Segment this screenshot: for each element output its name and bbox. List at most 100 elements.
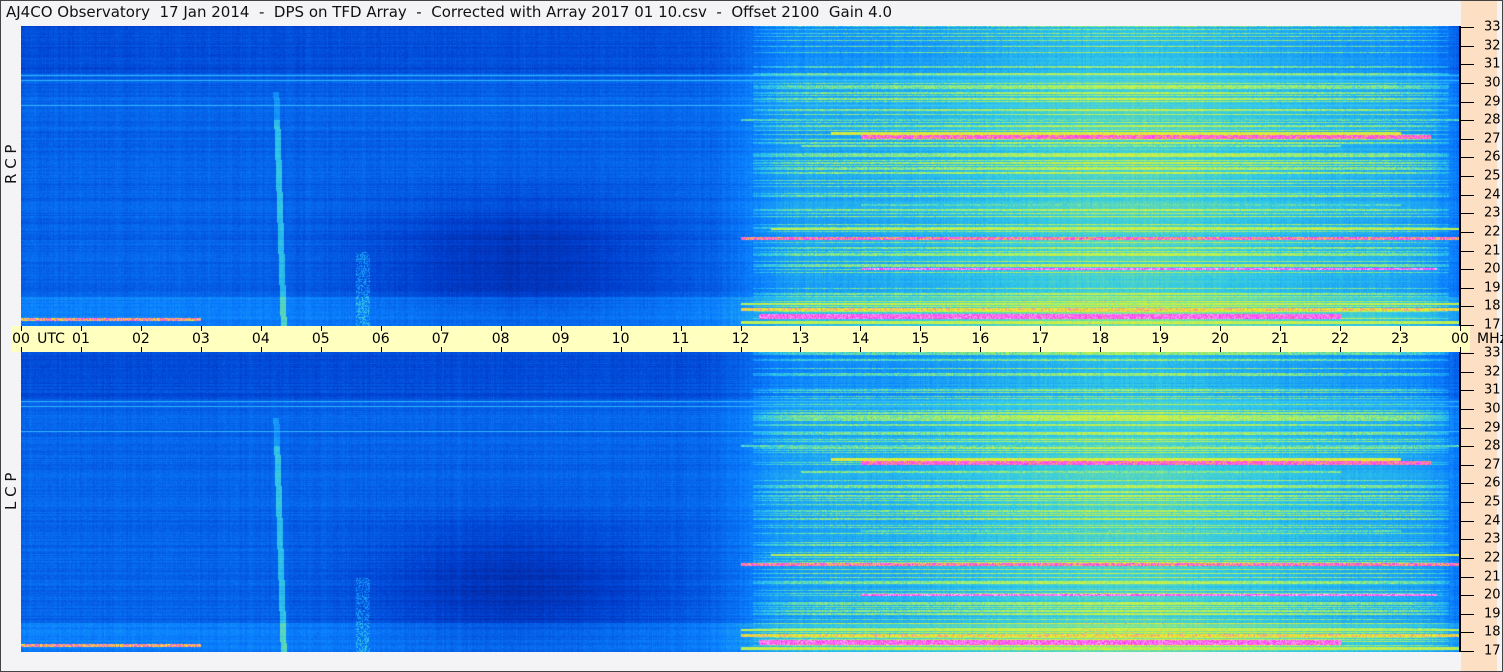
time-tick-label: 22 <box>1331 331 1349 347</box>
frequency-tick-label: 26 <box>1484 149 1501 165</box>
time-tick-mark <box>680 347 682 352</box>
frequency-tick-label: 28 <box>1484 112 1501 128</box>
time-tick-mark <box>800 347 802 352</box>
frequency-tick-label: 25 <box>1484 494 1501 510</box>
time-tick-mark <box>620 326 622 331</box>
frequency-tick-label: 24 <box>1484 187 1501 203</box>
time-tick-mark <box>980 347 982 352</box>
time-tick-mark <box>1280 347 1282 352</box>
time-tick-label: 15 <box>911 331 930 347</box>
time-tick-mark <box>740 326 742 331</box>
frequency-tick-label: 26 <box>1484 475 1501 491</box>
time-tick-mark <box>1220 347 1222 352</box>
time-tick-label: 10 <box>611 331 630 347</box>
time-tick-label: 00 <box>1451 331 1469 347</box>
time-tick-mark <box>920 347 922 352</box>
frequency-tick-mark <box>1461 325 1474 326</box>
frequency-tick-mark <box>1461 27 1474 28</box>
time-tick-label: 12 <box>731 331 750 347</box>
time-tick-mark <box>380 326 382 331</box>
frequency-tick-mark <box>1461 45 1474 47</box>
frequency-tick-mark <box>1461 138 1474 140</box>
frequency-tick-mark <box>1461 101 1474 103</box>
frequency-tick-mark <box>1461 176 1474 177</box>
time-tick-mark <box>320 326 322 331</box>
frequency-tick-mark <box>1461 539 1474 541</box>
time-tick-label: 02 <box>131 331 150 347</box>
frequency-tick-label: 30 <box>1484 75 1501 91</box>
frequency-tick-label: 19 <box>1484 606 1501 622</box>
frequency-tick-mark <box>1461 502 1474 503</box>
frequency-tick-mark <box>1461 632 1474 634</box>
time-tick-label: 00 <box>12 331 30 347</box>
frequency-tick-label: 31 <box>1484 56 1501 72</box>
time-tick-mark <box>1400 347 1402 352</box>
frequency-tick-mark <box>1461 613 1474 615</box>
time-tick-mark <box>740 347 742 352</box>
time-tick-mark <box>1100 347 1102 352</box>
frequency-tick-mark <box>1461 408 1474 410</box>
frequency-tick-label: 30 <box>1484 401 1501 417</box>
frequency-tick-mark <box>1461 446 1474 448</box>
time-tick-label: 07 <box>431 331 450 347</box>
time-tick-mark <box>320 347 322 352</box>
time-tick-mark <box>500 347 502 352</box>
time-tick-label: 19 <box>1151 331 1170 347</box>
frequency-tick-mark <box>1461 595 1474 597</box>
time-tick-label: 16 <box>971 331 990 347</box>
time-tick-mark <box>500 326 502 331</box>
time-tick-label: 17 <box>1031 331 1050 347</box>
frequency-tick-mark <box>1461 157 1474 159</box>
frequency-tick-mark <box>1461 371 1474 373</box>
time-tick-label: 08 <box>491 331 510 347</box>
time-tick-mark <box>200 326 202 331</box>
frequency-tick-mark <box>1461 520 1474 522</box>
lcp-panel-label: L C P <box>2 472 20 510</box>
time-tick-mark <box>1340 347 1342 352</box>
time-tick-mark <box>980 326 982 331</box>
time-tick-mark <box>560 326 562 331</box>
frequency-tick-label: 24 <box>1484 513 1501 529</box>
frequency-tick-mark <box>1461 464 1474 466</box>
frequency-tick-label: 22 <box>1484 550 1501 566</box>
time-tick-mark <box>260 347 262 352</box>
frequency-tick-label: 33 <box>1484 345 1501 361</box>
time-tick-mark <box>80 347 82 352</box>
time-tick-mark <box>860 326 862 331</box>
time-tick-label: 14 <box>851 331 870 347</box>
time-tick-mark <box>80 326 82 331</box>
time-tick-mark <box>260 326 262 331</box>
frequency-tick-mark <box>1461 306 1474 308</box>
frequency-tick-mark <box>1461 213 1474 215</box>
time-tick-mark <box>140 326 142 331</box>
time-tick-mark <box>1040 326 1042 331</box>
frequency-tick-label: 23 <box>1484 205 1501 221</box>
time-tick-mark <box>1100 326 1102 331</box>
frequency-tick-label: 21 <box>1484 569 1501 584</box>
time-tick-mark <box>560 347 562 352</box>
utc-label: UTC <box>37 331 65 347</box>
frequency-tick-label: 19 <box>1484 280 1501 296</box>
rcp-panel-label: R C P <box>2 145 20 184</box>
chart-title: AJ4CO Observatory 17 Jan 2014 - DPS on T… <box>6 3 893 21</box>
frequency-tick-mark <box>1461 231 1474 233</box>
frequency-tick-label: 27 <box>1484 131 1501 147</box>
time-tick-mark <box>440 326 442 331</box>
frequency-tick-label: 18 <box>1484 624 1501 640</box>
time-tick-label: 13 <box>791 331 810 347</box>
time-tick-mark <box>1400 326 1402 331</box>
frequency-tick-mark <box>1461 353 1474 354</box>
time-tick-mark <box>860 347 862 352</box>
time-tick-label: 18 <box>1091 331 1110 347</box>
frequency-tick-mark <box>1461 194 1474 196</box>
time-tick-label: 20 <box>1211 331 1230 347</box>
frequency-tick-mark <box>1461 82 1474 84</box>
frequency-tick-label: 23 <box>1484 531 1501 547</box>
frequency-tick-label: 33 <box>1484 19 1501 35</box>
time-tick-mark <box>1280 326 1282 331</box>
time-tick-mark <box>21 347 22 352</box>
time-tick-mark <box>1160 326 1162 331</box>
frequency-tick-label: 29 <box>1484 420 1501 435</box>
frequency-tick-mark <box>1461 483 1474 485</box>
frequency-tick-mark <box>1461 269 1474 271</box>
